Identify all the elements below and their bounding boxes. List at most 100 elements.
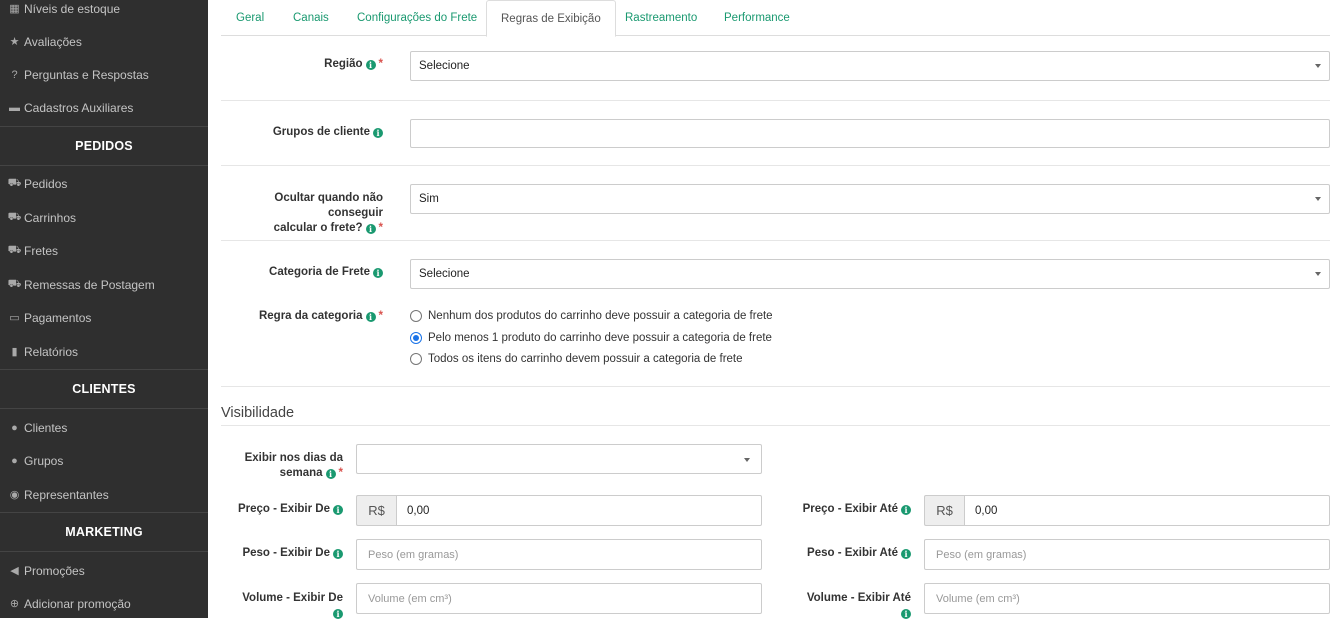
info-icon[interactable]: i: [901, 549, 911, 559]
bar-chart-icon: ▮: [11, 346, 18, 358]
volume-de-input[interactable]: Volume (em cm³): [356, 583, 762, 614]
sidebar-item-avaliacoes[interactable]: ★ Avaliações: [0, 25, 208, 58]
user-circle-icon: ◉: [9, 489, 20, 501]
info-icon[interactable]: i: [373, 268, 383, 278]
peso-ate-input[interactable]: Peso (em gramas): [924, 539, 1330, 570]
required-marker: *: [378, 222, 383, 234]
info-icon[interactable]: i: [325, 469, 336, 479]
volume-ate-label: Volume - Exibir Até i: [806, 592, 911, 619]
ocultar-label: Ocultar quando não conseguir calcular o f…: [273, 192, 383, 234]
sidebar-item-pedidos[interactable]: ⛟ Pedidos: [0, 167, 208, 200]
file-icon: ▬: [9, 101, 20, 114]
sidebar-item-relatorios[interactable]: ▮ Relatórios: [0, 335, 208, 368]
radio-button[interactable]: [410, 310, 422, 322]
plus-circle-icon: ⊕: [9, 598, 20, 610]
regra-categoria-label: Regra da categoria i *: [258, 310, 383, 322]
info-icon[interactable]: i: [365, 312, 376, 322]
bullhorn-icon: ◀: [10, 565, 19, 577]
peso-de-label: Peso - Exibir De i: [221, 546, 343, 561]
regra-option-nenhum[interactable]: Nenhum dos produtos do carrinho deve pos…: [410, 310, 773, 322]
sidebar-item-perguntas[interactable]: ? Perguntas e Respostas: [0, 58, 208, 91]
grupos-cliente-input[interactable]: [410, 119, 1330, 148]
currency-addon: R$: [356, 495, 396, 526]
preco-ate-input[interactable]: 0,00: [964, 495, 1330, 526]
sidebar-item-label: Pagamentos: [24, 310, 92, 325]
sidebar-item-label: Fretes: [24, 243, 59, 258]
tab-regras-exibicao[interactable]: Regras de Exibição: [486, 0, 616, 37]
caret-down-icon: [1315, 64, 1321, 68]
preco-de-input-group: R$ 0,00: [356, 495, 762, 526]
user-icon: ●: [11, 421, 18, 434]
sidebar-item-label: Carrinhos: [24, 210, 77, 225]
sidebar-section-clientes: CLIENTES: [0, 369, 208, 409]
regra-option-todos[interactable]: Todos os itens do carrinho devem possuir…: [410, 353, 743, 365]
radio-button-selected[interactable]: [410, 332, 422, 344]
sidebar-item-grupos[interactable]: ● Grupos: [0, 444, 208, 477]
divider: [221, 100, 1330, 101]
sidebar-item-label: Promoções: [24, 563, 85, 578]
ocultar-select[interactable]: Sim: [410, 184, 1330, 214]
sidebar-section-marketing: MARKETING: [0, 512, 208, 552]
main-content: Geral Canais Configurações do Frete Regr…: [208, 0, 1338, 619]
volume-de-label: Volume - Exibir De i: [242, 592, 343, 619]
sidebar-item-representantes[interactable]: ◉ Representantes: [0, 478, 208, 511]
sidebar-item-label: Avaliações: [24, 34, 82, 49]
truck-icon: ⛟: [7, 277, 22, 290]
sidebar-item-carrinhos[interactable]: ⛟ Carrinhos: [0, 201, 208, 234]
info-icon[interactable]: i: [365, 60, 376, 70]
info-icon[interactable]: i: [333, 549, 343, 559]
credit-card-icon: ▭: [9, 312, 20, 324]
caret-down-icon: [1315, 197, 1321, 201]
question-icon: ?: [11, 68, 18, 81]
categoria-frete-label: Categoria de Frete i: [221, 265, 383, 280]
tab-canais[interactable]: Canais: [279, 0, 343, 36]
sidebar-item-pagamentos[interactable]: ▭ Pagamentos: [0, 301, 208, 334]
dias-semana-label: Exibir nos dias da semana i *: [244, 452, 343, 479]
cubes-icon: ▦: [9, 3, 20, 15]
preco-ate-input-group: R$ 0,00: [924, 495, 1330, 526]
sidebar-item-remessas[interactable]: ⛟ Remessas de Postagem: [0, 268, 208, 301]
sidebar-item-label: Clientes: [24, 420, 68, 435]
sidebar-item-label: Cadastros Auxiliares: [24, 100, 134, 115]
sidebar-item-cadastros[interactable]: ▬ Cadastros Auxiliares: [0, 91, 208, 124]
cart-icon: ⛟: [7, 176, 22, 189]
info-icon[interactable]: i: [901, 505, 911, 515]
tab-bar: Geral Canais Configurações do Frete Regr…: [221, 0, 1330, 37]
section-title-visibilidade: Visibilidade: [221, 405, 295, 421]
sidebar-item-fretes[interactable]: ⛟ Fretes: [0, 234, 208, 267]
required-marker: *: [378, 58, 383, 70]
volume-ate-input[interactable]: Volume (em cm³): [924, 583, 1330, 614]
categoria-frete-select[interactable]: Selecione: [410, 259, 1330, 289]
regra-option-pelo-menos-1[interactable]: Pelo menos 1 produto do carrinho deve po…: [410, 332, 772, 344]
sidebar-item-label: Adicionar promoção: [24, 596, 131, 611]
regiao-select[interactable]: Selecione: [410, 51, 1330, 81]
divider: [221, 240, 1330, 241]
sidebar-item-label: Níveis de estoque: [24, 1, 121, 16]
info-icon[interactable]: i: [373, 128, 383, 138]
sidebar-item-clientes[interactable]: ● Clientes: [0, 411, 208, 444]
radio-label: Todos os itens do carrinho devem possuir…: [428, 353, 743, 365]
tab-rastreamento[interactable]: Rastreamento: [611, 0, 711, 36]
required-marker: *: [378, 310, 383, 322]
grupos-cliente-label: Grupos de cliente i: [221, 125, 383, 140]
sidebar-item-label: Grupos: [24, 453, 64, 468]
radio-button[interactable]: [410, 353, 422, 365]
sidebar-item-adicionar-promocao[interactable]: ⊕ Adicionar promoção: [0, 587, 208, 620]
tab-configuracoes-frete[interactable]: Configurações do Frete: [343, 0, 491, 36]
divider: [221, 425, 1330, 426]
sidebar-item-label: Remessas de Postagem: [24, 277, 155, 292]
info-icon[interactable]: i: [365, 224, 376, 234]
tab-performance[interactable]: Performance: [710, 0, 804, 36]
star-icon: ★: [9, 36, 20, 48]
sidebar-item-label: Perguntas e Respostas: [24, 67, 149, 82]
peso-de-input[interactable]: Peso (em gramas): [356, 539, 762, 570]
sidebar-item-niveis-estoque[interactable]: ▦ Níveis de estoque: [0, 0, 208, 25]
dias-semana-select[interactable]: [356, 444, 762, 474]
tab-geral[interactable]: Geral: [222, 0, 278, 36]
info-icon[interactable]: i: [333, 505, 343, 515]
sidebar-item-promocoes[interactable]: ◀ Promoções: [0, 554, 208, 587]
currency-addon: R$: [924, 495, 964, 526]
regiao-label: Região i *: [324, 58, 383, 70]
sidebar-item-label: Pedidos: [24, 176, 68, 191]
preco-de-input[interactable]: 0,00: [396, 495, 762, 526]
